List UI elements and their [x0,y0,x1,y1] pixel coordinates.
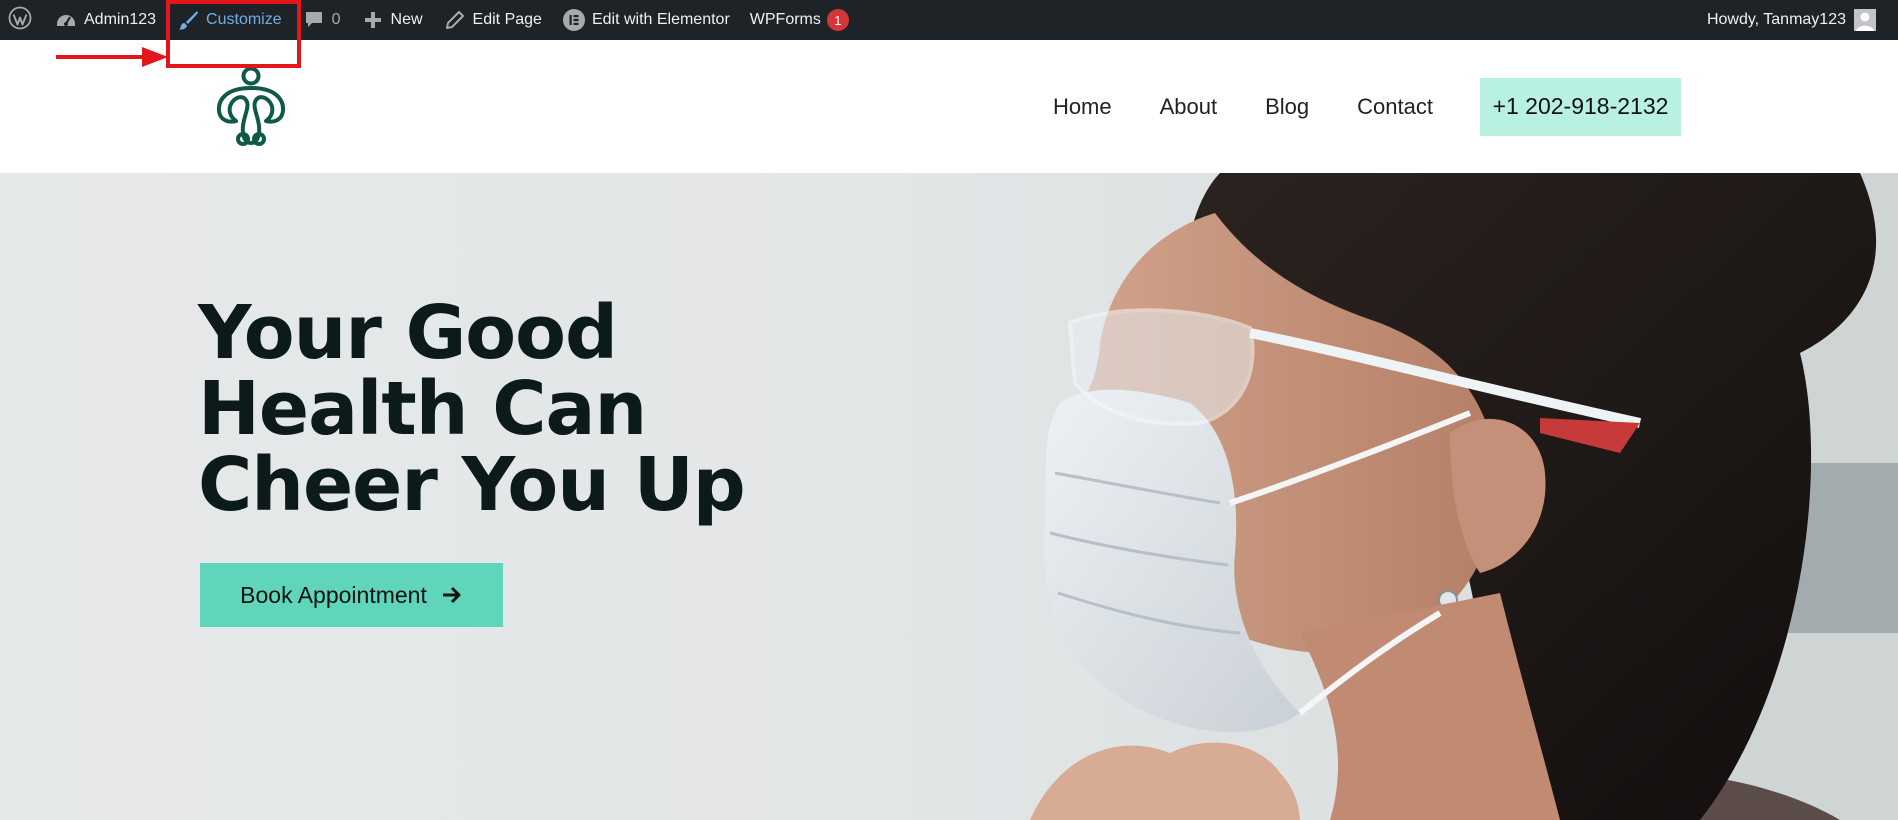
hero-title: Your Good Health Can Cheer You Up [198,295,758,523]
site-header: Home About Blog Contact +1 202-918-2132 [0,40,1898,173]
nav-link-home[interactable]: Home [1053,94,1112,120]
edit-with-elementor-link[interactable]: Edit with Elementor [552,0,740,40]
edit-page-link[interactable]: Edit Page [433,0,552,40]
user-avatar-icon [1854,9,1876,31]
wp-admin-bar: Admin123 Customize 0 New Edit Page Edit … [0,0,1898,40]
wpforms-menu[interactable]: WPForms 1 [740,0,859,40]
site-logo[interactable] [214,66,288,148]
plus-icon [361,8,385,32]
paintbrush-icon [176,8,200,32]
wordpress-logo-icon [8,6,32,35]
new-content-menu[interactable]: New [351,0,433,40]
phone-call-button[interactable]: +1 202-918-2132 [1480,77,1681,136]
wpforms-label: WPForms [749,11,821,28]
comment-bubble-icon [302,8,326,32]
nav-link-about[interactable]: About [1160,94,1218,120]
new-label: New [390,11,423,28]
site-name-menu[interactable]: Admin123 [44,0,166,40]
customize-link[interactable]: Customize [166,0,292,40]
nav-link-blog[interactable]: Blog [1265,94,1309,120]
hero-title-line: Your Good [198,290,618,376]
customize-label: Customize [206,11,282,28]
book-appointment-label: Book Appointment [240,581,427,608]
my-account-menu[interactable]: Howdy, Tanmay123 [1697,0,1876,40]
comments-count: 0 [331,11,341,28]
comments-link[interactable]: 0 [292,0,351,40]
elementor-icon [562,8,586,32]
wordpress-menu[interactable] [0,0,44,40]
edit-page-label: Edit Page [472,11,542,28]
arrow-right-icon [441,584,463,606]
nav-link-contact[interactable]: Contact [1357,94,1433,120]
hero-title-line: Health Can [198,366,647,452]
hero-title-line: Cheer You Up [198,442,746,528]
dashboard-gauge-icon [54,8,78,32]
wpforms-notification-badge: 1 [826,9,849,31]
edit-with-elementor-label: Edit with Elementor [591,11,730,28]
site-name-label: Admin123 [84,11,157,28]
book-appointment-button[interactable]: Book Appointment [200,563,503,627]
pencil-icon [443,8,467,32]
account-greeting: Howdy, Tanmay123 [1706,11,1846,28]
hero-section: Your Good Health Can Cheer You Up Book A… [0,173,1898,820]
annotation-arrow-icon [56,47,168,67]
main-navigation: Home About Blog Contact +1 202-918-2132 [1053,40,1898,173]
